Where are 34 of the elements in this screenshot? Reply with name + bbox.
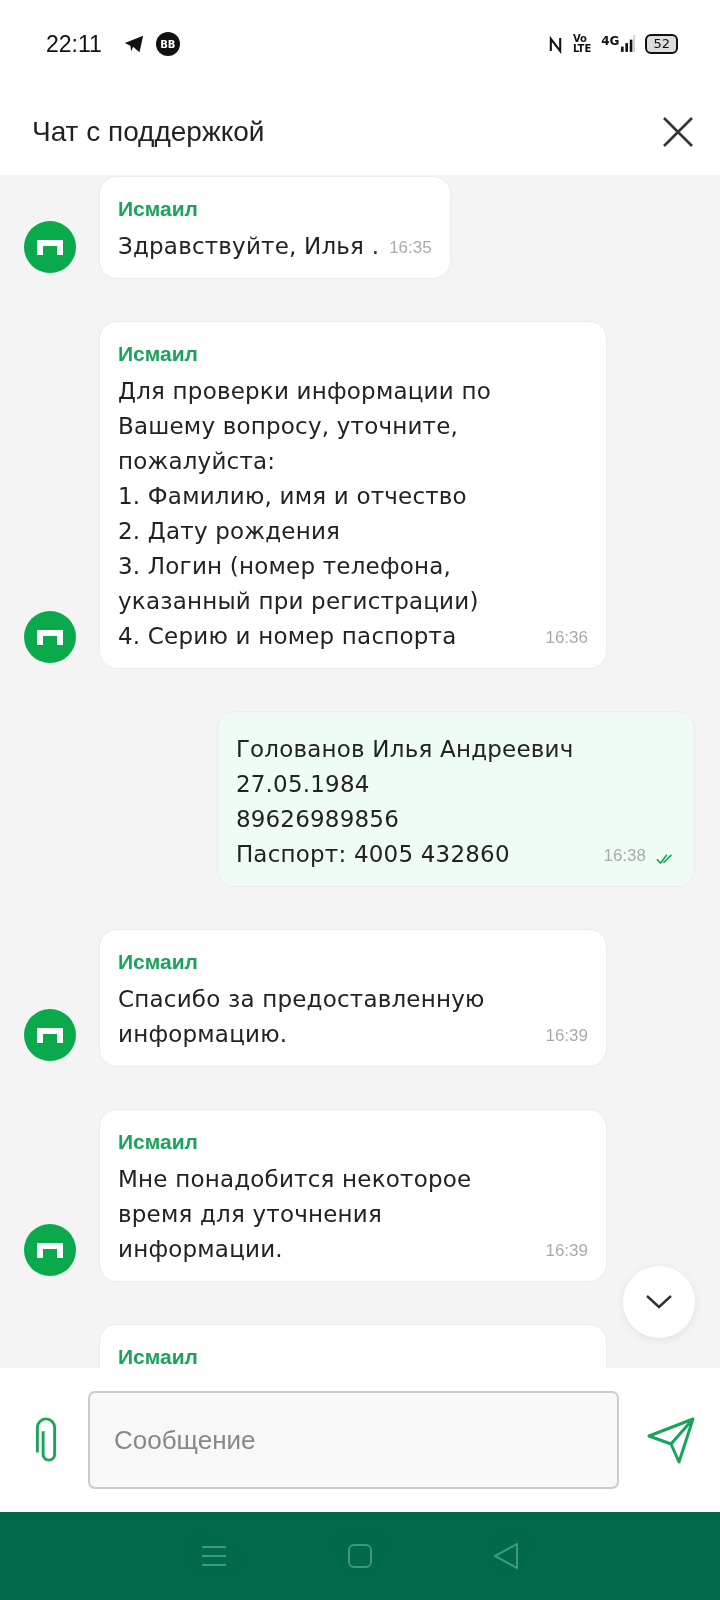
menu-icon[interactable] (200, 1545, 227, 1567)
sender-name: Исмаил (118, 1130, 199, 1154)
volte-indicator: Vo LTE (572, 34, 592, 54)
chevron-down-icon (645, 1294, 673, 1310)
avatar-icon (24, 221, 76, 273)
message-text: Спасибо за предоставленную информацию. (118, 985, 485, 1049)
send-icon[interactable] (647, 1416, 695, 1464)
nfc-icon (547, 34, 563, 54)
home-icon[interactable] (348, 1544, 372, 1568)
status-time: 22:11 (46, 30, 102, 58)
sender-name: Исмаил (118, 197, 199, 221)
sender-name: Исмаил (118, 1345, 199, 1368)
avatar-icon (24, 1009, 76, 1061)
close-icon[interactable] (662, 115, 694, 148)
sender-name: Исмаил (118, 950, 199, 974)
network-indicator: 4G (601, 34, 620, 48)
avatar-icon (24, 1224, 76, 1276)
message-time: 16:35 (389, 238, 432, 258)
message-text: Здравствуйте, Илья . (118, 232, 380, 261)
message-time: 16:39 (545, 1026, 588, 1046)
message-time: 16:39 (545, 1241, 588, 1261)
message-text: Для проверки информации по Вашему вопросу, уточните, пожалуйста: 1. Фамилию, имя и отчество 2. Дату рождения 3. Логин (номер телефона, указанный при регистрации) 4. Серию и номер паспорта (118, 377, 491, 651)
avatar-icon (24, 611, 76, 663)
message-time: 16:38 (603, 846, 646, 866)
notification-badge: BB (155, 32, 180, 56)
back-icon[interactable] (493, 1542, 520, 1570)
message-text: Мне понадобится некоторое время для уточнения информации. (118, 1165, 472, 1264)
signal-icon (621, 35, 636, 53)
message-input[interactable]: Сообщение (88, 1391, 619, 1489)
sender-name: Исмаил (118, 342, 199, 366)
chat-title: Чат с поддержкой (32, 115, 265, 148)
message-text: Голованов Илья Андреевич 27.05.1984 89626989856 Паспорт: 4005 432860 (235, 735, 574, 869)
message-time: 16:36 (545, 628, 588, 648)
battery-indicator: 52 (645, 34, 678, 54)
